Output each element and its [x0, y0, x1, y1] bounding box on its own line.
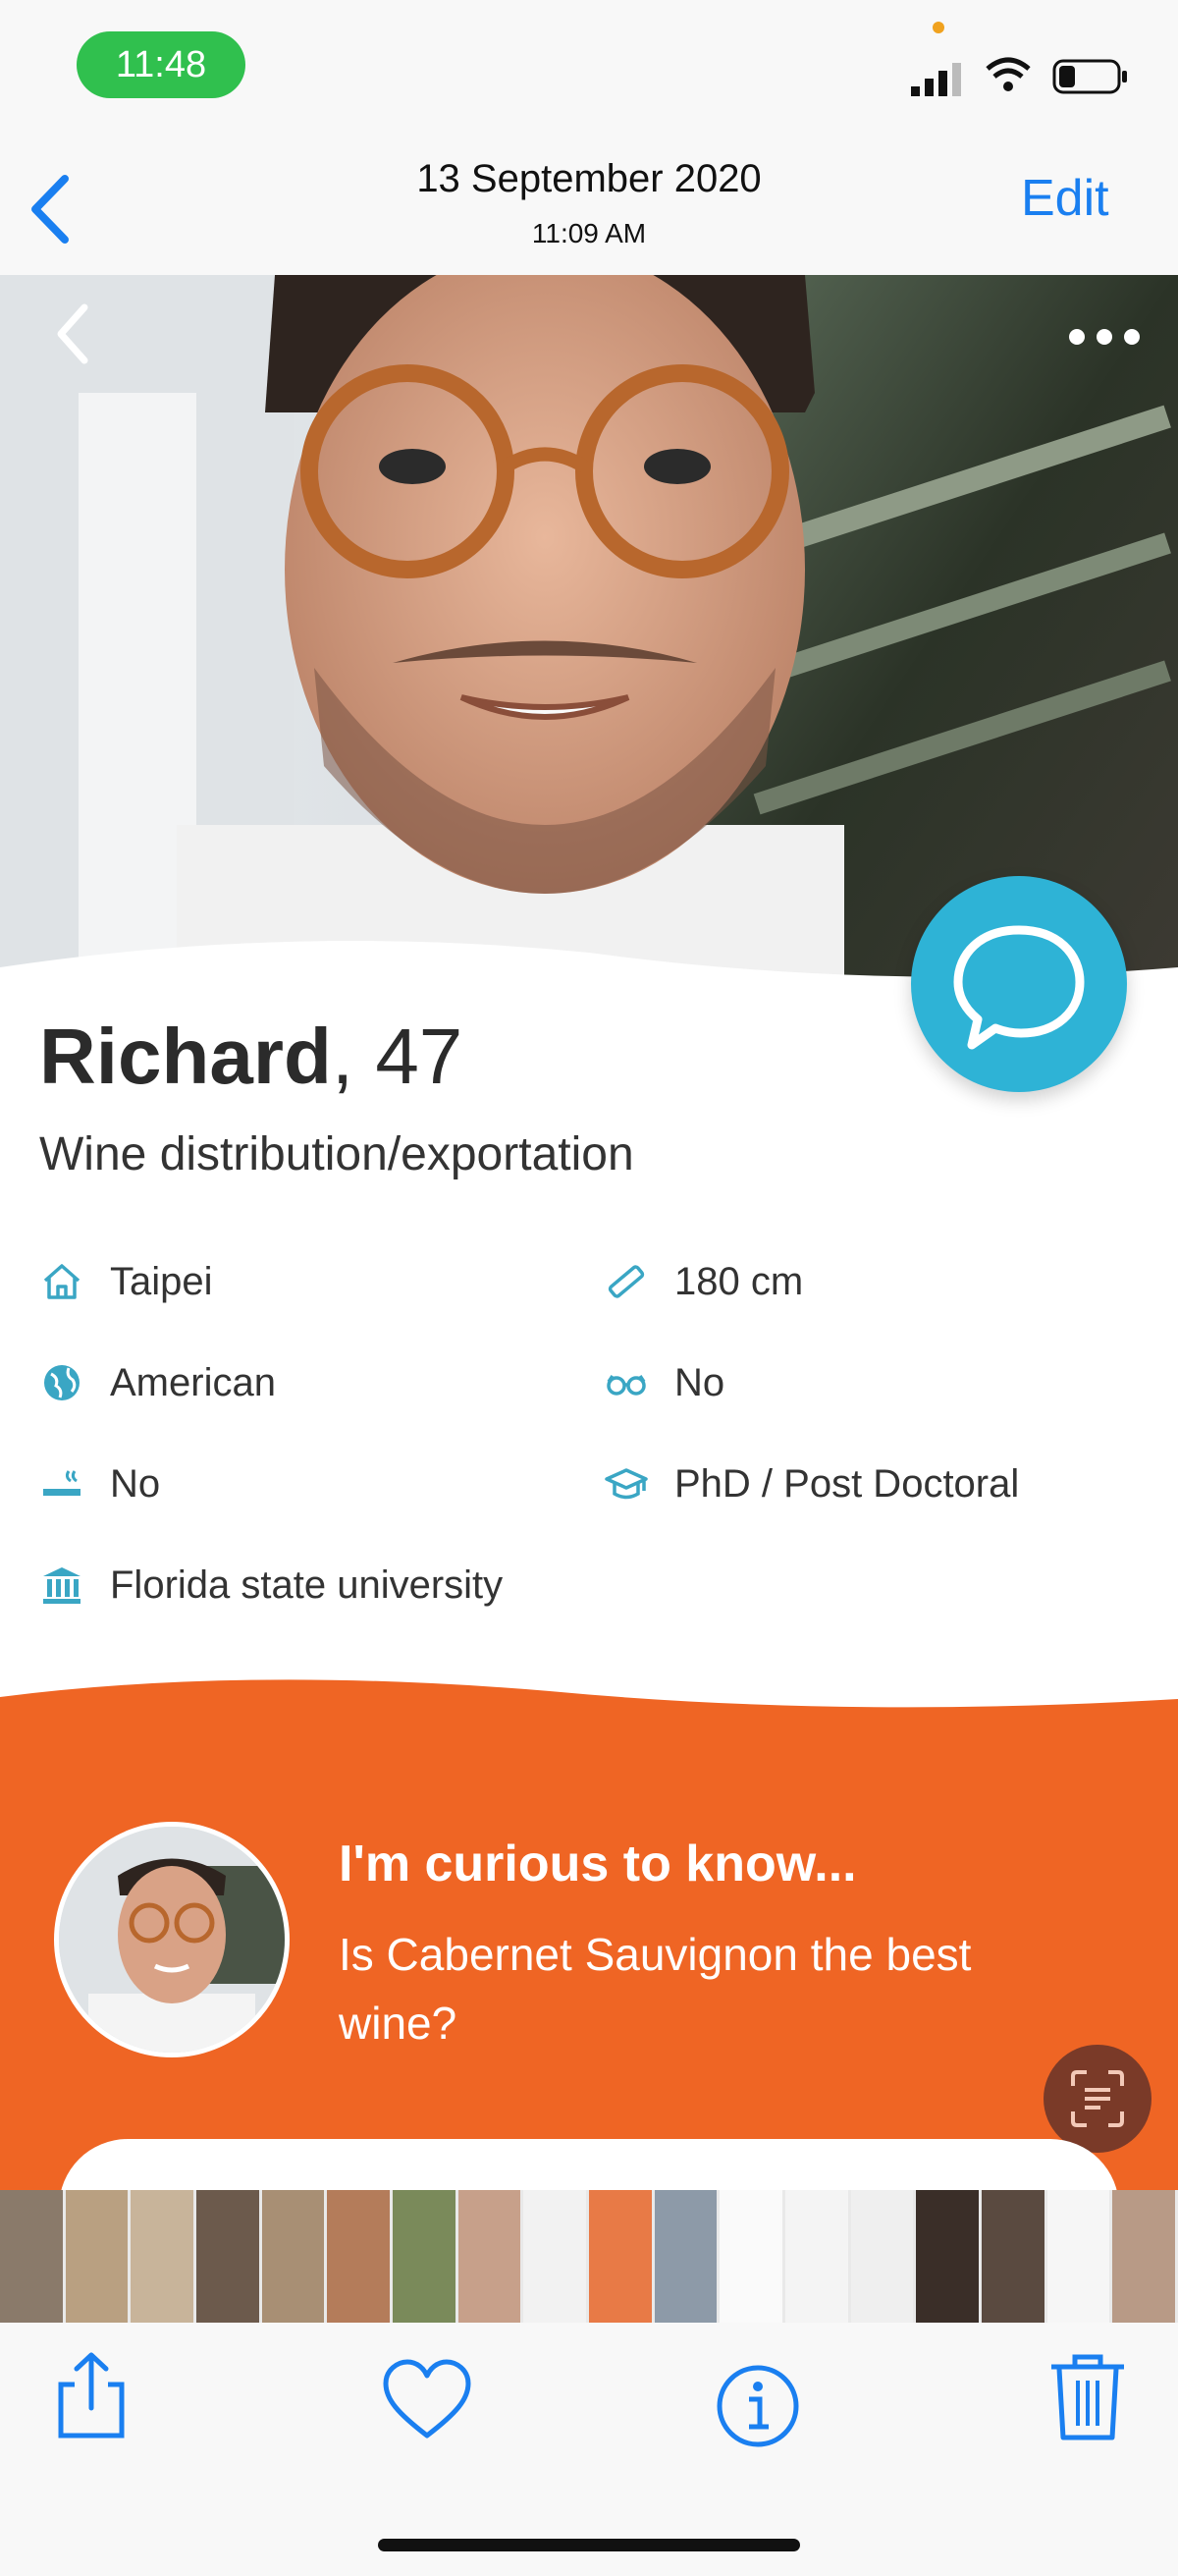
globe-icon	[44, 1365, 80, 1400]
status-time: 11:48	[77, 31, 245, 98]
battery-icon	[1052, 59, 1127, 94]
glasses-icon	[607, 1375, 646, 1396]
attribute-height: 180 cm	[604, 1259, 803, 1304]
orange-wave	[0, 1679, 1178, 1728]
chat-button[interactable]	[911, 876, 1127, 1092]
profile-name-age: Richard, 47	[39, 1012, 462, 1102]
attribute-glasses: No	[604, 1360, 724, 1405]
thumbnail[interactable]	[261, 2190, 325, 2323]
thumbnail[interactable]	[393, 2190, 455, 2323]
attribute-smoking: No	[39, 1461, 160, 1507]
cellular-signal-icon	[911, 63, 961, 96]
info-icon[interactable]	[714, 2357, 802, 2455]
thumbnail[interactable]	[327, 2190, 391, 2323]
thumbnail[interactable]	[982, 2190, 1044, 2323]
avatar	[54, 1822, 290, 2057]
live-text-button[interactable]	[1044, 2045, 1151, 2153]
more-options-icon[interactable]	[1065, 322, 1144, 352]
edit-button[interactable]: Edit	[1021, 169, 1109, 228]
scan-text-icon	[1071, 2070, 1124, 2127]
thumbnail[interactable]	[1112, 2190, 1176, 2323]
university-icon	[43, 1567, 80, 1604]
thumbnail[interactable]	[131, 2190, 194, 2323]
attribute-label: No	[674, 1360, 725, 1404]
thumbnail[interactable]	[523, 2190, 587, 2323]
thumbnail[interactable]	[654, 2190, 718, 2323]
attribute-label: Taipei	[110, 1259, 213, 1303]
thumbnail[interactable]	[720, 2190, 783, 2323]
thumbnail[interactable]	[589, 2190, 652, 2323]
curious-heading: I'm curious to know...	[339, 1836, 857, 1892]
attribute-education: PhD / Post Doctoral	[604, 1461, 1019, 1507]
trash-icon[interactable]	[1044, 2347, 1132, 2445]
attribute-label: PhD / Post Doctoral	[674, 1461, 1020, 1506]
photo-date: 13 September 2020	[416, 157, 762, 200]
ruler-icon	[608, 1265, 645, 1298]
photo-time: 11:09 AM	[531, 218, 647, 248]
heart-icon[interactable]	[378, 2352, 476, 2450]
share-icon[interactable]	[47, 2347, 135, 2445]
smoking-icon	[43, 1470, 80, 1496]
graduation-cap-icon	[605, 1468, 648, 1500]
thumbnail[interactable]	[1046, 2190, 1110, 2323]
thumbnail[interactable]	[0, 2190, 63, 2323]
thumbnail[interactable]	[785, 2190, 848, 2323]
thumbnail[interactable]	[65, 2190, 129, 2323]
attribute-school: Florida state university	[39, 1562, 503, 1608]
thumbnail[interactable]	[850, 2190, 914, 2323]
thumbnail[interactable]	[916, 2190, 980, 2323]
thumbnail-strip[interactable]	[0, 2190, 1178, 2323]
attribute-label: Florida state university	[110, 1562, 504, 1607]
back-chevron-icon[interactable]	[22, 165, 80, 253]
thumbnail[interactable]	[457, 2190, 521, 2323]
chat-bubble-icon	[953, 925, 1085, 1050]
home-indicator[interactable]	[378, 2539, 800, 2551]
curious-question: Is Cabernet Sauvignon the best wine?	[339, 1929, 972, 2049]
wifi-icon	[986, 57, 1031, 91]
privacy-indicator-dot	[933, 22, 944, 33]
attribute-location: Taipei	[39, 1259, 213, 1304]
photo-back-chevron-icon[interactable]	[49, 300, 98, 368]
thumbnail[interactable]	[196, 2190, 259, 2323]
attribute-label: 180 cm	[674, 1259, 804, 1303]
home-icon	[43, 1264, 80, 1299]
profile-name: Richard	[39, 1013, 332, 1100]
attribute-label: American	[110, 1360, 276, 1404]
profile-age: , 47	[331, 1013, 463, 1100]
attribute-label: No	[110, 1461, 161, 1506]
profile-occupation: Wine distribution/exportation	[39, 1128, 634, 1180]
attribute-nationality: American	[39, 1360, 276, 1405]
